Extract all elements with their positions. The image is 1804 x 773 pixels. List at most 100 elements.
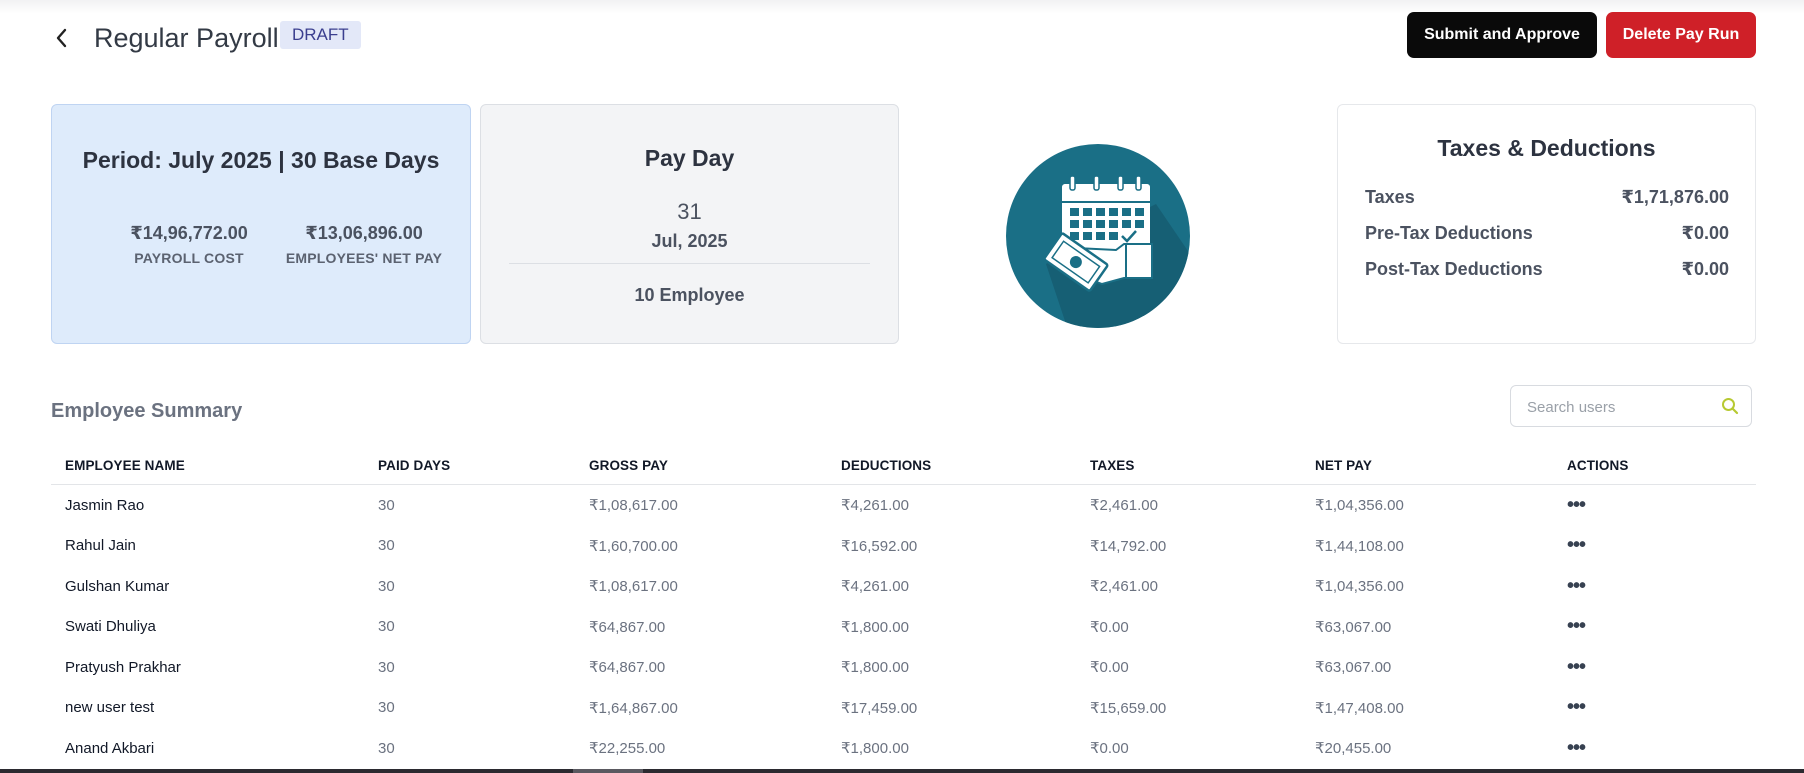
deductions: ₹17,459.00 xyxy=(841,699,918,717)
more-horizontal-icon[interactable]: ••• xyxy=(1567,615,1586,637)
more-horizontal-icon[interactable]: ••• xyxy=(1567,494,1586,516)
table-row[interactable]: Jasmin Rao 30 ₹1,08,617.00 ₹4,261.00 ₹2,… xyxy=(51,485,1756,526)
taxes: ₹2,461.00 xyxy=(1090,497,1158,515)
deductions: ₹4,261.00 xyxy=(841,497,909,515)
tax-row-value: ₹0.00 xyxy=(1681,259,1729,279)
payroll-cost-value: ₹14,96,772.00 xyxy=(130,223,248,243)
net-pay: ₹20,455.00 xyxy=(1315,740,1392,758)
column-header[interactable]: NET PAY xyxy=(1315,446,1567,485)
gross-pay: ₹22,255.00 xyxy=(589,740,666,758)
tax-row-label: Taxes xyxy=(1365,187,1415,207)
employee-name[interactable]: new user test xyxy=(51,688,378,729)
employee-name[interactable]: Rahul Jain xyxy=(51,526,378,567)
tax-row: Pre-Tax Deductions ₹0.00 xyxy=(1365,223,1729,244)
net-pay: ₹63,067.00 xyxy=(1315,659,1392,677)
taxes: ₹0.00 xyxy=(1090,618,1129,636)
tax-row-value: ₹0.00 xyxy=(1681,223,1729,243)
table-row[interactable]: Gulshan Kumar 30 ₹1,08,617.00 ₹4,261.00 … xyxy=(51,566,1756,607)
paid-days: 30 xyxy=(378,537,395,555)
divider xyxy=(509,263,870,264)
tax-row: Taxes ₹1,71,876.00 xyxy=(1365,187,1729,208)
column-header[interactable]: EMPLOYEE NAME xyxy=(51,446,378,485)
column-header[interactable]: DEDUCTIONS xyxy=(841,446,1090,485)
search-input[interactable] xyxy=(1525,386,1719,428)
employee-name[interactable]: Swati Dhuliya xyxy=(51,607,378,648)
net-pay: ₹63,067.00 xyxy=(1315,618,1392,636)
back-button[interactable] xyxy=(48,25,74,51)
table-header-row: EMPLOYEE NAME PAID DAYS GROSS PAY DEDUCT… xyxy=(51,446,1756,485)
pay-day-card: Pay Day 31 Jul, 2025 10 Employee xyxy=(480,104,899,344)
taxes: ₹2,461.00 xyxy=(1090,578,1158,596)
taxes-deductions-card: Taxes & Deductions Taxes ₹1,71,876.00 Pr… xyxy=(1337,104,1756,344)
gross-pay: ₹1,08,617.00 xyxy=(589,497,678,515)
employee-name[interactable]: Anand Akbari xyxy=(51,728,378,769)
pay-day-date: 31 xyxy=(677,199,702,224)
gross-pay: ₹1,08,617.00 xyxy=(589,578,678,596)
payroll-cost-metric: ₹14,96,772.00 PAYROLL COST xyxy=(89,223,289,266)
column-header[interactable]: GROSS PAY xyxy=(589,446,841,485)
tax-row: Post-Tax Deductions ₹0.00 xyxy=(1365,259,1729,280)
column-header: ACTIONS xyxy=(1567,446,1756,485)
tax-row-label: Pre-Tax Deductions xyxy=(1365,223,1533,243)
net-pay-label: EMPLOYEES' NET PAY xyxy=(285,250,443,266)
horizontal-scrollbar[interactable] xyxy=(0,769,1804,773)
table-row[interactable]: Rahul Jain 30 ₹1,60,700.00 ₹16,592.00 ₹1… xyxy=(51,526,1756,567)
employee-summary-title: Employee Summary xyxy=(51,400,243,422)
taxes: ₹0.00 xyxy=(1090,659,1129,677)
employee-name[interactable]: Pratyush Prakhar xyxy=(51,647,378,688)
net-pay: ₹1,44,108.00 xyxy=(1315,537,1404,555)
taxes: ₹15,659.00 xyxy=(1090,699,1167,717)
gross-pay: ₹64,867.00 xyxy=(589,659,666,677)
taxes: ₹0.00 xyxy=(1090,740,1129,758)
gross-pay: ₹1,60,700.00 xyxy=(589,537,678,555)
net-pay-value: ₹13,06,896.00 xyxy=(305,223,423,243)
taxes: ₹14,792.00 xyxy=(1090,537,1167,555)
table-row[interactable]: new user test 30 ₹1,64,867.00 ₹17,459.00… xyxy=(51,688,1756,729)
employee-count: 10 Employee xyxy=(634,285,745,305)
more-horizontal-icon[interactable]: ••• xyxy=(1567,737,1586,759)
deductions: ₹1,800.00 xyxy=(841,740,909,758)
search-box xyxy=(1510,385,1752,428)
paid-days: 30 xyxy=(378,496,395,514)
more-horizontal-icon[interactable]: ••• xyxy=(1567,656,1586,678)
page-title: Regular Payroll xyxy=(94,23,279,53)
taxes-title: Taxes & Deductions xyxy=(1437,135,1656,161)
status-badge: DRAFT xyxy=(280,21,361,49)
calendar-payment-icon xyxy=(1006,144,1190,328)
paid-days: 30 xyxy=(378,577,395,595)
gross-pay: ₹1,64,867.00 xyxy=(589,699,678,717)
column-header[interactable]: PAID DAYS xyxy=(378,446,589,485)
delete-pay-run-button[interactable]: Delete Pay Run xyxy=(1606,12,1756,58)
net-pay: ₹1,04,356.00 xyxy=(1315,497,1404,515)
period-card: Period: July 2025 | 30 Base Days ₹14,96,… xyxy=(51,104,471,344)
tax-row-label: Post-Tax Deductions xyxy=(1365,259,1543,279)
employee-table: EMPLOYEE NAME PAID DAYS GROSS PAY DEDUCT… xyxy=(51,446,1756,769)
more-horizontal-icon[interactable]: ••• xyxy=(1567,696,1586,718)
paid-days: 30 xyxy=(378,739,395,757)
submit-and-approve-button[interactable]: Submit and Approve xyxy=(1407,12,1597,58)
table-row[interactable]: Anand Akbari 30 ₹22,255.00 ₹1,800.00 ₹0.… xyxy=(51,728,1756,769)
paid-days: 30 xyxy=(378,618,395,636)
net-pay: ₹1,04,356.00 xyxy=(1315,578,1404,596)
column-header[interactable]: TAXES xyxy=(1090,446,1315,485)
table-row[interactable]: Swati Dhuliya 30 ₹64,867.00 ₹1,800.00 ₹0… xyxy=(51,607,1756,648)
more-horizontal-icon[interactable]: ••• xyxy=(1567,575,1586,597)
paid-days: 30 xyxy=(378,658,395,676)
paid-days: 30 xyxy=(378,699,395,717)
more-horizontal-icon[interactable]: ••• xyxy=(1567,534,1586,556)
net-pay: ₹1,47,408.00 xyxy=(1315,699,1404,717)
scrollbar-thumb[interactable] xyxy=(573,769,643,773)
employee-name[interactable]: Gulshan Kumar xyxy=(51,566,378,607)
chevron-left-icon xyxy=(56,28,67,48)
payroll-cost-label: PAYROLL COST xyxy=(134,250,244,266)
table-row[interactable]: Pratyush Prakhar 30 ₹64,867.00 ₹1,800.00… xyxy=(51,647,1756,688)
deductions: ₹1,800.00 xyxy=(841,618,909,636)
pay-day-title: Pay Day xyxy=(644,145,735,171)
search-icon[interactable] xyxy=(1721,397,1739,415)
tax-row-value: ₹1,71,876.00 xyxy=(1621,187,1729,207)
employee-name[interactable]: Jasmin Rao xyxy=(51,485,378,526)
deductions: ₹16,592.00 xyxy=(841,537,918,555)
period-title: Period: July 2025 | 30 Base Days xyxy=(82,147,440,173)
net-pay-metric: ₹13,06,896.00 EMPLOYEES' NET PAY xyxy=(264,223,464,266)
deductions: ₹1,800.00 xyxy=(841,659,909,677)
